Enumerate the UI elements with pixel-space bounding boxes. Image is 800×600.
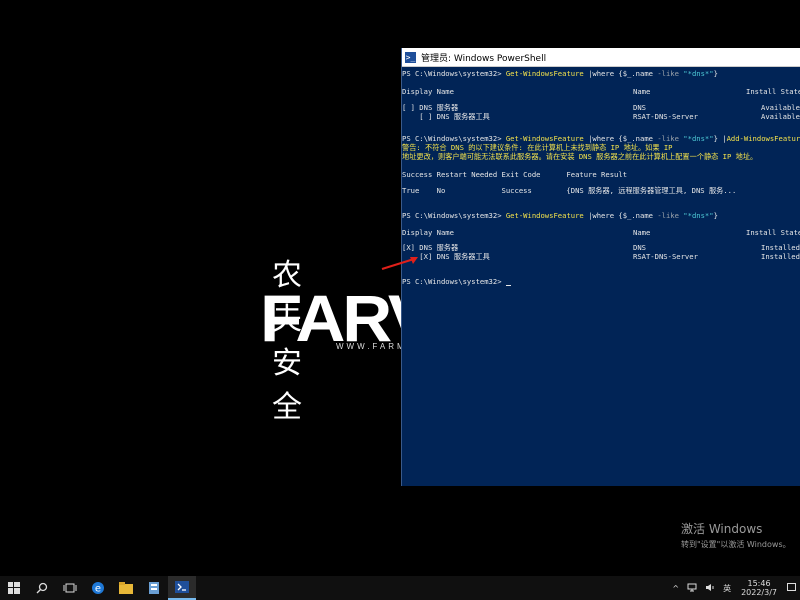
task-view-icon[interactable] (56, 576, 84, 600)
ime-indicator[interactable]: 英 (723, 583, 731, 594)
header2-install-state: Install State (746, 228, 800, 237)
row-dns-state: Available (761, 103, 800, 112)
window-titlebar[interactable]: >_ 管理员: Windows PowerShell (402, 48, 800, 67)
row2-dns-name: DNS (633, 243, 646, 252)
console-output[interactable]: PS C:\Windows\system32> Get-WindowsFeatu… (402, 67, 800, 391)
svg-text:e: e (95, 584, 101, 595)
header-name: Name (633, 87, 651, 96)
red-arrow-annotation (381, 257, 418, 270)
system-tray: ^ 英 15:46 2022/3/7 (668, 576, 800, 600)
warning-line-1: 警告: 不符合 DNS 的以下建议条件: 在此计算机上未找到静态 IP 地址。如… (402, 143, 673, 152)
command-line-3: PS C:\Windows\system32> Get-WindowsFeatu… (402, 211, 718, 220)
window-title: 管理员: Windows PowerShell (421, 53, 547, 64)
search-icon[interactable] (28, 576, 56, 600)
command-line-2: PS C:\Windows\system32> Get-WindowsFeatu… (402, 134, 800, 143)
result-row: True No Success {DNS 服务器, 远程服务器管理工具, DNS… (402, 186, 737, 195)
chevron-up-icon[interactable]: ^ (672, 584, 679, 593)
command-line-1: PS C:\Windows\system32> Get-WindowsFeatu… (402, 69, 718, 78)
desktop: 农夫安全 FARV WWW.FARM >_ 管理员: Windows Power… (0, 0, 800, 576)
volume-icon[interactable] (705, 583, 715, 594)
edge-icon[interactable]: e (84, 576, 112, 600)
row-rsat-name: RSAT-DNS-Server (633, 112, 698, 121)
header2-name: Name (633, 228, 651, 237)
row-rsat-state: Available (761, 112, 800, 121)
row2-dns-state: Installed (761, 243, 800, 252)
activation-watermark: 激活 Windows 转到"设置"以激活 Windows。 (681, 520, 791, 550)
header2-display-name: Display Name (402, 228, 454, 237)
powershell-icon[interactable] (168, 576, 196, 600)
clock-date: 2022/3/7 (741, 588, 777, 597)
activation-title: 激活 Windows (681, 522, 763, 536)
result-header: Success Restart Needed Exit Code Feature… (402, 170, 628, 179)
header-install-state: Install State (746, 87, 800, 96)
file-explorer-icon[interactable] (112, 576, 140, 600)
brand-url: WWW.FARM (336, 342, 407, 351)
header-display-name: Display Name (402, 87, 454, 96)
clock[interactable]: 15:46 2022/3/7 (741, 579, 777, 597)
row2-rsat-state: Installed (761, 252, 800, 261)
activation-subtitle: 转到"设置"以激活 Windows。 (681, 540, 791, 549)
start-icon[interactable] (0, 576, 28, 600)
row-dns-name: DNS (633, 103, 646, 112)
row2-rsat-name: RSAT-DNS-Server (633, 252, 698, 261)
clock-time: 15:46 (747, 579, 771, 588)
powershell-window[interactable]: >_ 管理员: Windows PowerShell PS C:\Windows… (401, 48, 800, 486)
server-manager-icon[interactable] (140, 576, 168, 600)
text-cursor (505, 285, 511, 286)
warning-line-2: 地址更改，则客户端可能无法联系此服务器。请在安装 DNS 服务器之前在此计算机上… (402, 152, 758, 161)
taskbar: e ^ 英 15:46 2022/3/7 (0, 576, 800, 600)
network-icon[interactable] (687, 583, 697, 594)
final-prompt[interactable]: PS C:\Windows\system32> (402, 277, 511, 286)
row-rsat-display: [ ] DNS 服务器工具 (402, 112, 490, 121)
row2-dns-display: [X] DNS 服务器 (402, 243, 459, 252)
notification-icon[interactable] (787, 582, 796, 594)
row-dns-display: [ ] DNS 服务器 (402, 103, 459, 112)
powershell-icon: >_ (405, 51, 416, 63)
